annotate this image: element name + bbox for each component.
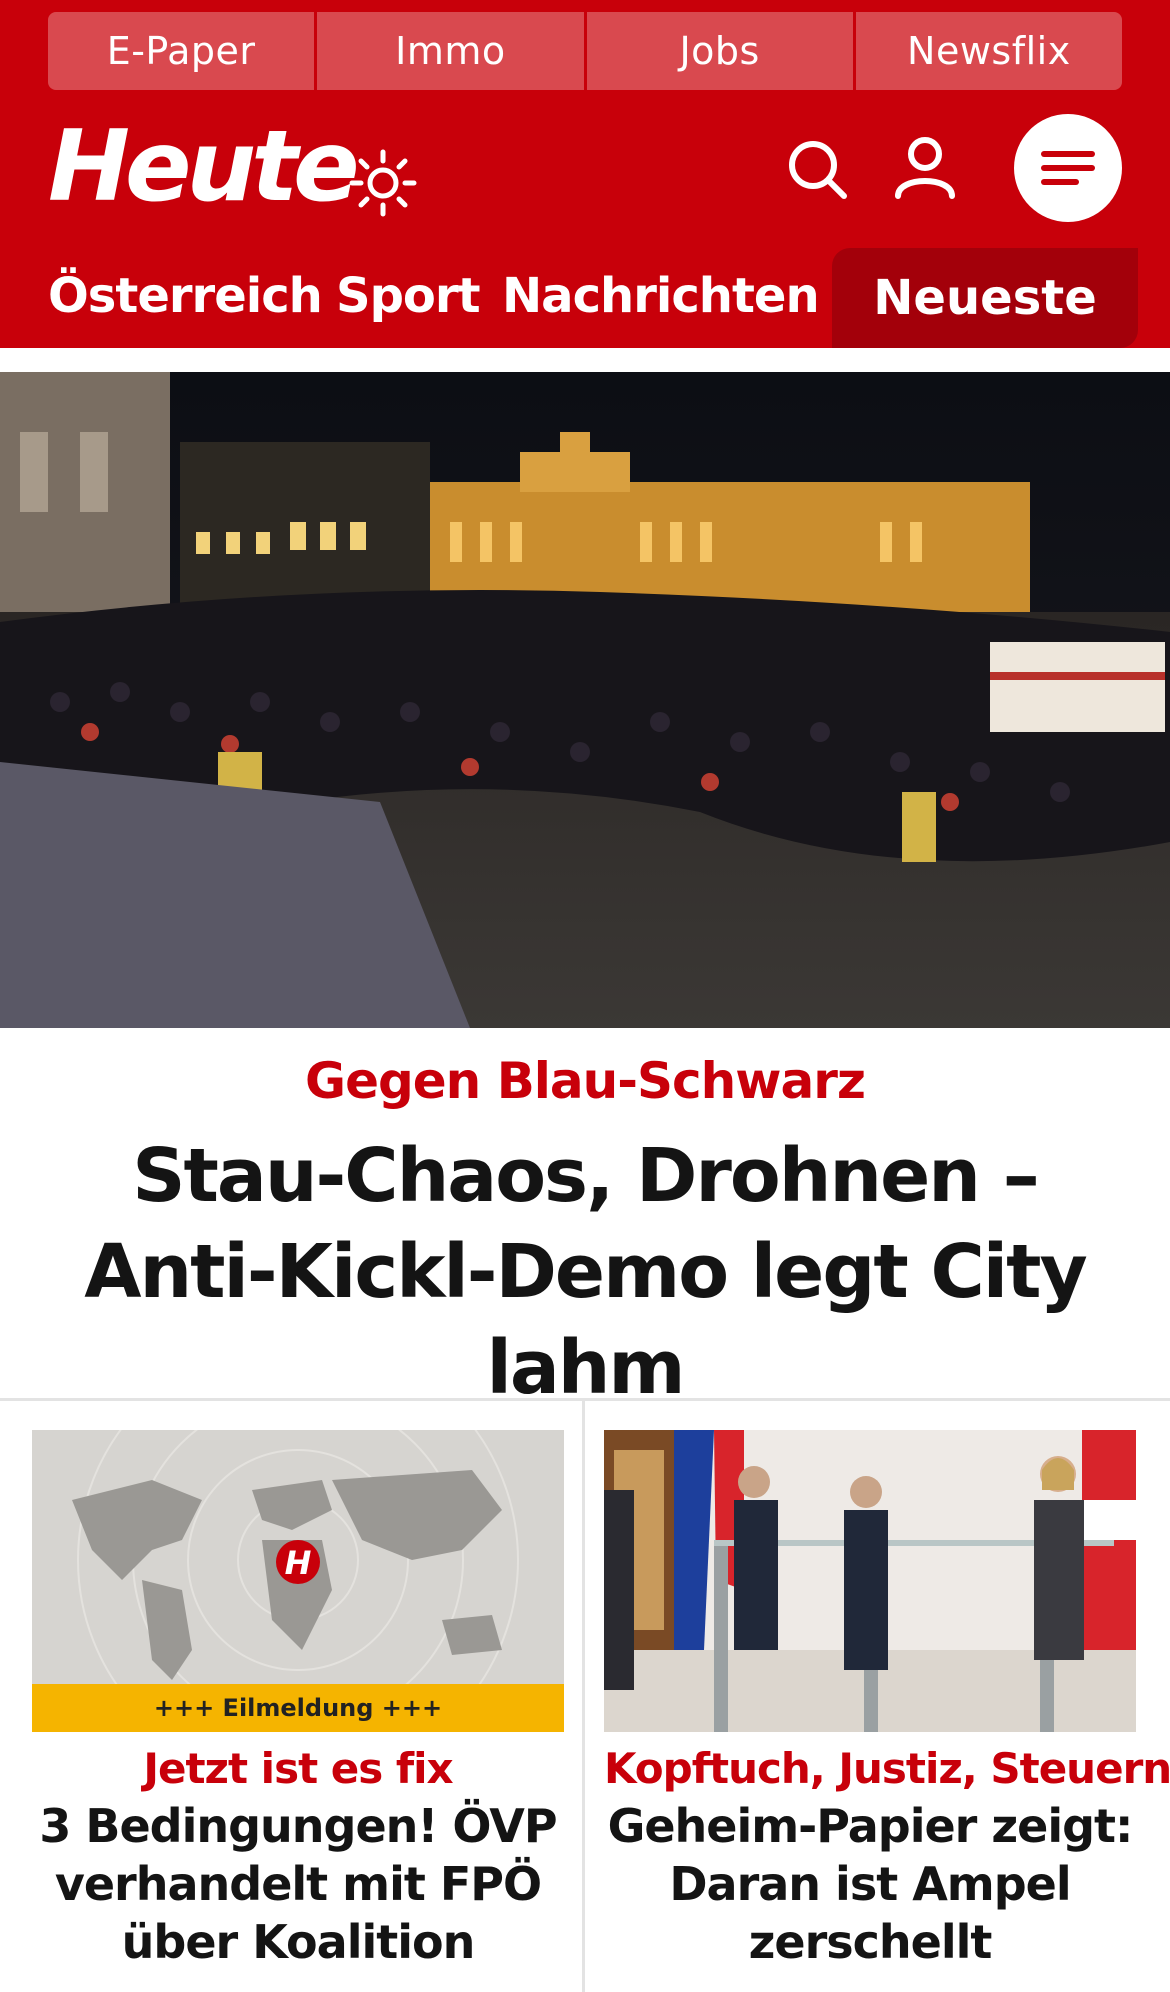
- card-kicker[interactable]: Jetzt ist es fix: [32, 1744, 564, 1793]
- nav-item-sport[interactable]: Sport: [336, 268, 481, 324]
- svg-text:H: H: [285, 1544, 312, 1582]
- column-divider: [582, 1401, 585, 1992]
- topbar-item-newsflix[interactable]: Newsflix: [852, 12, 1122, 90]
- card-headline[interactable]: 3 Bedingungen! ÖVP verhandelt mit FPÖ üb…: [32, 1797, 564, 1971]
- main-nav: Österreich Sport Nachrichten Neueste: [0, 248, 1170, 348]
- user-icon[interactable]: [892, 134, 958, 200]
- top-service-bar: E-Paper Immo Jobs Newsflix: [48, 12, 1122, 90]
- card-headline[interactable]: Geheim-Papier zeigt: Daran ist Ampel zer…: [604, 1797, 1136, 1971]
- topbar-item-epaper[interactable]: E-Paper: [48, 12, 315, 90]
- hero-headline[interactable]: Stau-Chaos, Drohnen – Anti-Kickl-Demo le…: [60, 1128, 1110, 1416]
- nav-item-nachrichten[interactable]: Nachrichten: [502, 268, 820, 324]
- nav-item-oesterreich[interactable]: Österreich: [48, 268, 323, 324]
- press-conference-image[interactable]: [604, 1430, 1136, 1732]
- article-card[interactable]: Kopftuch, Justiz, Steuern Geheim-Papier …: [604, 1430, 1170, 1971]
- topbar-item-jobs[interactable]: Jobs: [583, 12, 853, 90]
- hero-image[interactable]: [0, 372, 1170, 1028]
- site-logo[interactable]: Heute: [48, 118, 360, 216]
- hamburger-menu-icon: [1041, 151, 1095, 185]
- search-icon[interactable]: [786, 138, 850, 202]
- menu-button[interactable]: [1014, 114, 1122, 222]
- breaking-news-image[interactable]: H +++ Eilmeldung +++: [32, 1430, 564, 1732]
- hero-kicker[interactable]: Gegen Blau-Schwarz: [0, 1052, 1170, 1110]
- sun-icon[interactable]: [348, 148, 418, 218]
- nav-item-neueste[interactable]: Neueste: [832, 248, 1138, 348]
- site-header: E-Paper Immo Jobs Newsflix Heute Österre…: [0, 0, 1170, 348]
- topbar-item-immo[interactable]: Immo: [314, 12, 584, 90]
- breaking-news-badge: +++ Eilmeldung +++: [32, 1684, 564, 1732]
- section-divider: [0, 1398, 1170, 1401]
- card-kicker[interactable]: Kopftuch, Justiz, Steuern: [604, 1744, 1170, 1793]
- article-card[interactable]: H +++ Eilmeldung +++ Jetzt ist es fix 3 …: [32, 1430, 564, 1971]
